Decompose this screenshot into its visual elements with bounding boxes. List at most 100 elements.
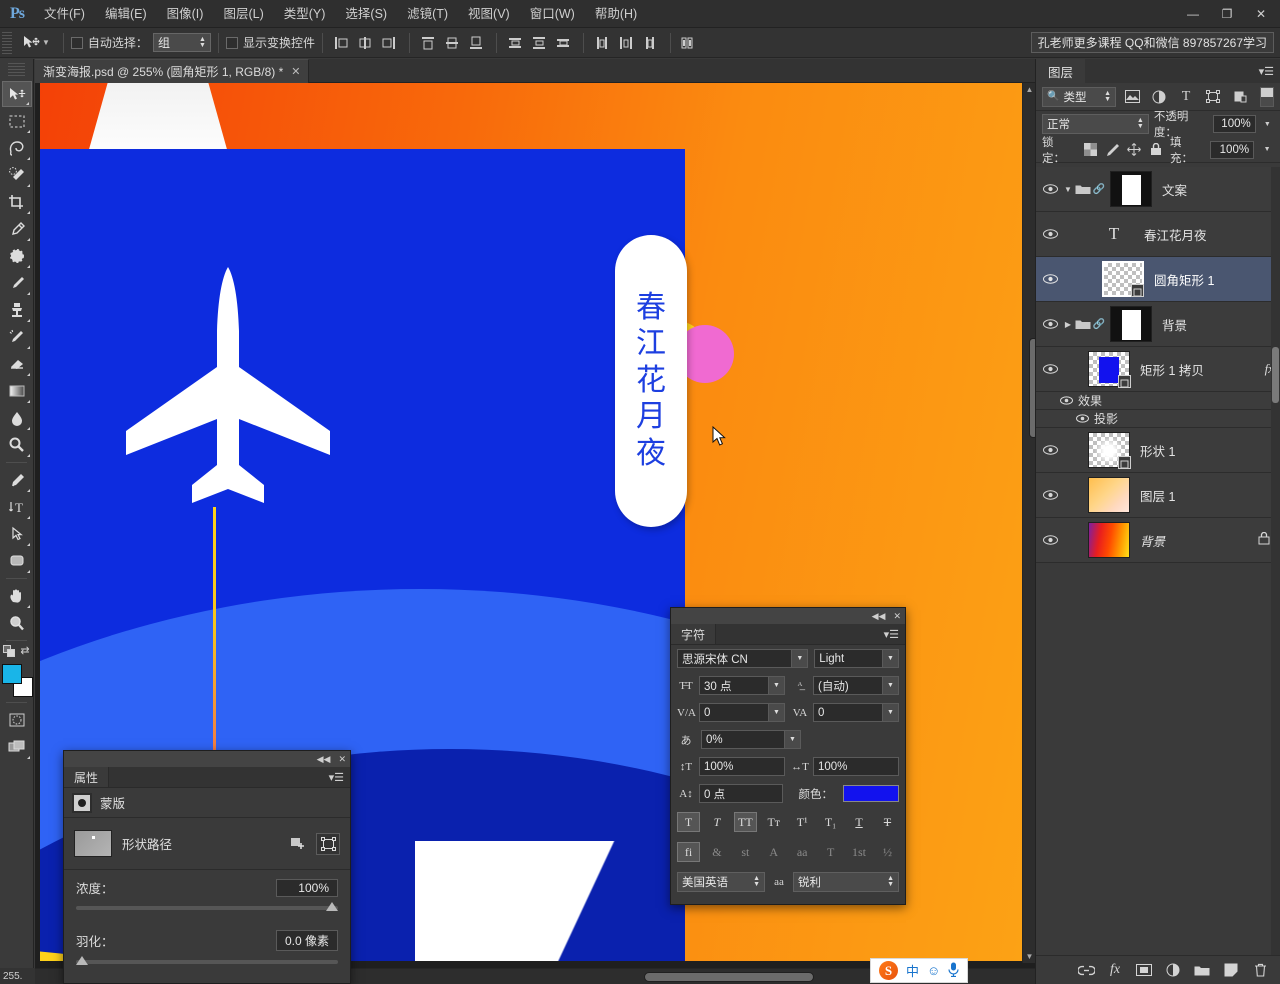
underline-button[interactable]: T xyxy=(848,812,871,832)
layer-thumbnail[interactable] xyxy=(1088,522,1130,558)
layer-visibility-icon[interactable] xyxy=(1038,319,1062,329)
pen-tool[interactable] xyxy=(2,467,32,493)
layer-name[interactable]: 文案 xyxy=(1162,180,1187,199)
density-slider[interactable] xyxy=(76,902,338,911)
history-brush-tool[interactable] xyxy=(2,324,32,350)
show-transform-controls-checkbox[interactable] xyxy=(225,36,238,49)
marquee-tool[interactable] xyxy=(2,108,32,134)
menu-type[interactable]: 类型(Y) xyxy=(274,0,336,28)
properties-panel-titlebar[interactable]: ◀◀ ✕ xyxy=(64,751,350,767)
fill-chevron-icon[interactable]: ▼ xyxy=(1260,141,1274,159)
layer-list[interactable]: ▼ 🔗 文案 T 春江花月夜 圆角矩形 1 ▶ 🔗 背景 矩形 1 拷贝 fx … xyxy=(1036,167,1280,955)
foreground-color-swatch[interactable] xyxy=(1,664,22,684)
layer-row-layer-1[interactable]: 图层 1 xyxy=(1036,473,1280,518)
swap-colors-icon[interactable]: ⇄ xyxy=(20,645,29,658)
lock-position-icon[interactable] xyxy=(1126,142,1142,158)
layer-row-copywriting[interactable]: ▼ 🔗 文案 xyxy=(1036,167,1280,212)
ime-toolbar[interactable]: S 中 ☺ xyxy=(870,958,969,983)
lock-all-icon[interactable] xyxy=(1148,142,1164,158)
eyedropper-tool[interactable] xyxy=(2,216,32,242)
menu-layer[interactable]: 图层(L) xyxy=(213,0,273,28)
faux-bold-button[interactable]: T xyxy=(677,812,700,832)
type-tool[interactable]: T xyxy=(2,494,32,520)
vector-mask-icon[interactable] xyxy=(316,832,340,855)
dodge-tool[interactable] xyxy=(2,432,32,458)
tool-preset-chevron-icon[interactable]: ▼ xyxy=(42,38,50,47)
opacity-value[interactable]: 100% xyxy=(1213,115,1256,133)
tab-properties[interactable]: 属性 xyxy=(64,767,110,787)
language-select[interactable]: 美国英语 ▲ ▼ xyxy=(677,872,765,892)
link-layers-button[interactable] xyxy=(1076,960,1096,980)
brush-tool[interactable] xyxy=(2,270,32,296)
link-icon[interactable]: 🔗 xyxy=(1092,319,1106,330)
font-size-value[interactable]: 30 点 xyxy=(699,676,769,695)
opacity-chevron-icon[interactable]: ▼ xyxy=(1261,115,1274,133)
add-mask-icon[interactable] xyxy=(286,833,310,855)
sogou-logo-icon[interactable]: S xyxy=(879,961,898,980)
layer-name[interactable]: 矩形 1 拷贝 xyxy=(1140,360,1204,379)
layer-name[interactable]: 形状 1 xyxy=(1140,441,1175,460)
align-left-edges-icon[interactable] xyxy=(331,33,353,53)
move-tool[interactable] xyxy=(1,81,32,107)
kerning-value[interactable]: 0 xyxy=(699,703,769,722)
layer-row-shape-1[interactable]: 形状 1 xyxy=(1036,428,1280,473)
discretionary-ligatures-button[interactable]: st xyxy=(734,842,757,862)
feather-slider[interactable] xyxy=(76,956,338,965)
hand-tool[interactable] xyxy=(2,583,32,609)
tab-layers[interactable]: 图层 xyxy=(1036,59,1086,83)
chevron-down-icon[interactable]: ▼ xyxy=(785,730,801,749)
crop-tool[interactable] xyxy=(2,189,32,215)
layer-row-background[interactable]: 背景 xyxy=(1036,518,1280,563)
all-caps-button[interactable]: TT xyxy=(733,812,757,832)
group-expand-twisty-icon[interactable]: ▼ xyxy=(1062,185,1074,194)
clone-stamp-tool[interactable] xyxy=(2,297,32,323)
menu-view[interactable]: 视图(V) xyxy=(458,0,520,28)
layer-list-scroll-thumb[interactable] xyxy=(1272,347,1279,403)
layer-visibility-icon[interactable] xyxy=(1038,184,1062,194)
collapse-icon[interactable]: ◀◀ xyxy=(317,754,331,765)
panel-menu-icon[interactable]: ▾☰ xyxy=(323,767,350,787)
align-horizontal-centers-icon[interactable] xyxy=(355,33,377,53)
quick-mask-toggle[interactable] xyxy=(2,707,32,733)
align-top-edges-icon[interactable] xyxy=(418,33,440,53)
auto-select-checkbox[interactable] xyxy=(70,36,83,49)
pixel-filter-icon[interactable] xyxy=(1121,87,1143,107)
layer-visibility-icon[interactable] xyxy=(1038,274,1062,284)
tsume-value[interactable]: 0% xyxy=(701,730,785,749)
horizontal-scale-value[interactable]: 100% xyxy=(813,757,899,776)
layer-visibility-icon[interactable] xyxy=(1038,364,1062,374)
effects-visibility-icon[interactable] xyxy=(1054,396,1078,405)
lock-transparency-icon[interactable] xyxy=(1082,142,1098,158)
rounded-rectangle-shape[interactable]: 春 江 花 月 夜 xyxy=(615,235,687,527)
tracking-select[interactable]: 0 ▼ xyxy=(813,703,899,722)
new-adjustment-layer-button[interactable] xyxy=(1163,960,1183,980)
close-icon[interactable]: ✕ xyxy=(338,754,346,765)
eraser-tool[interactable] xyxy=(2,351,32,377)
superscript-button[interactable]: T¹ xyxy=(791,812,814,832)
faux-italic-button[interactable]: T xyxy=(705,812,728,832)
menu-window[interactable]: 窗口(W) xyxy=(520,0,585,28)
close-icon[interactable]: ✕ xyxy=(1244,2,1278,26)
delete-layer-button[interactable] xyxy=(1250,960,1270,980)
titling-alternates-button[interactable]: T xyxy=(819,842,842,862)
drop-shadow-effect-row[interactable]: 投影 xyxy=(1036,410,1280,428)
distribute-right-edges-icon[interactable] xyxy=(640,33,662,53)
layer-thumbnail[interactable] xyxy=(1088,432,1131,469)
auto-select-dropdown[interactable]: 组 ▲ ▼ xyxy=(152,33,211,52)
tsume-select[interactable]: 0% ▼ xyxy=(701,730,801,749)
minimize-icon[interactable]: — xyxy=(1176,2,1210,26)
antialias-select[interactable]: 锐利 ▲ ▼ xyxy=(793,872,899,892)
ime-emoji-icon[interactable]: ☺ xyxy=(927,963,940,978)
distribute-horizontal-centers-icon[interactable] xyxy=(616,33,638,53)
density-value[interactable]: 100% xyxy=(276,878,338,897)
leading-value[interactable]: (自动) xyxy=(813,676,883,695)
contextual-alternates-button[interactable]: & xyxy=(705,842,728,862)
chevron-down-icon[interactable]: ▼ xyxy=(883,676,899,695)
filter-enable-toggle[interactable] xyxy=(1260,86,1274,107)
gradient-tool[interactable] xyxy=(2,378,32,404)
subscript-button[interactable]: T₁ xyxy=(819,812,842,832)
menu-image[interactable]: 图像(I) xyxy=(157,0,214,28)
feather-value[interactable]: 0.0 像素 xyxy=(275,930,338,951)
layer-visibility-icon[interactable] xyxy=(1038,229,1062,239)
tracking-value[interactable]: 0 xyxy=(813,703,883,722)
